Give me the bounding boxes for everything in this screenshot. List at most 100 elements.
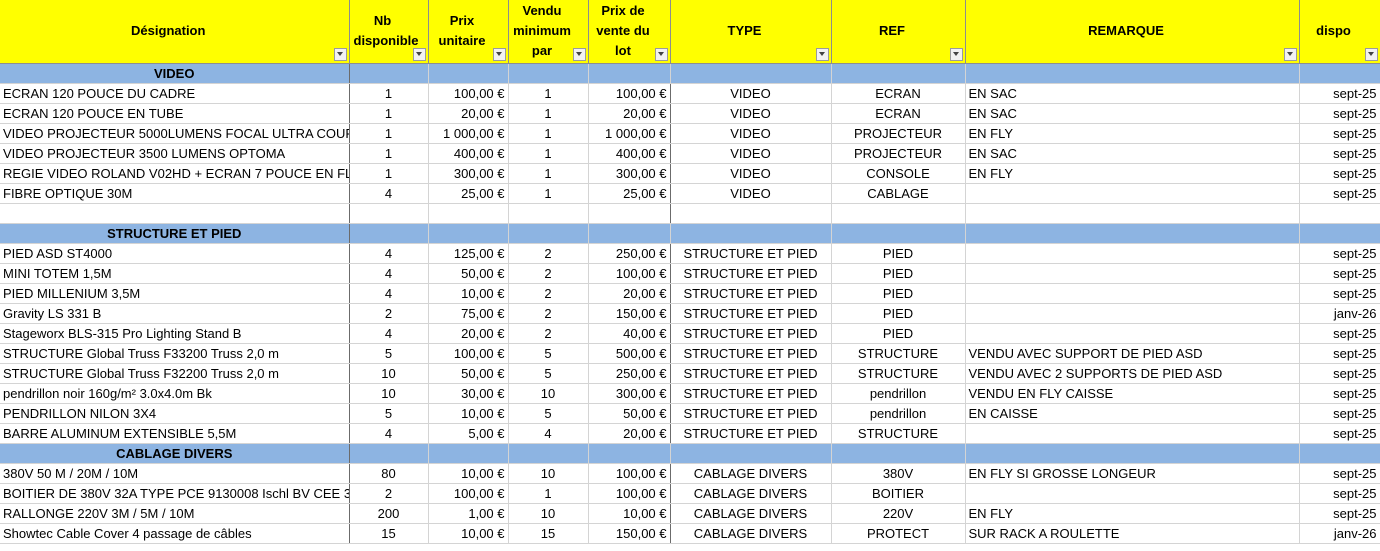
cell-prix-vente-lot[interactable]: 300,00 € [588, 383, 671, 404]
section-title[interactable]: STRUCTURE ET PIED [0, 223, 350, 244]
cell-vendu-minimum[interactable]: 1 [508, 183, 589, 204]
filter-dropdown-icon[interactable] [1283, 47, 1297, 61]
cell-prix-unitaire[interactable]: 50,00 € [428, 363, 509, 384]
cell-type[interactable]: STRUCTURE ET PIED [670, 243, 832, 264]
cell-prix-vente-lot[interactable]: 100,00 € [588, 463, 671, 484]
section-cell[interactable] [1299, 63, 1380, 84]
cell-nb-disponible[interactable]: 80 [349, 463, 429, 484]
cell-dispo[interactable]: sept-25 [1299, 323, 1380, 344]
cell-ref[interactable]: PROJECTEUR [831, 123, 966, 144]
cell-type[interactable]: VIDEO [670, 103, 832, 124]
cell-nb-disponible[interactable]: 1 [349, 163, 429, 184]
filter-dropdown-icon[interactable] [492, 47, 506, 61]
section-cell[interactable] [588, 223, 671, 244]
cell-ref[interactable]: PIED [831, 323, 966, 344]
cell-designation[interactable]: PIED ASD ST4000 [0, 243, 350, 264]
cell-vendu-minimum[interactable]: 1 [508, 103, 589, 124]
cell-remarque[interactable]: VENDU AVEC 2 SUPPORTS DE PIED ASD [965, 363, 1300, 384]
cell-designation[interactable]: PENDRILLON NILON 3X4 [0, 403, 350, 424]
section-cell[interactable] [831, 63, 966, 84]
filter-dropdown-icon[interactable] [572, 47, 586, 61]
cell-type[interactable]: CABLAGE DIVERS [670, 483, 832, 504]
cell-prix-unitaire[interactable]: 5,00 € [428, 423, 509, 444]
cell-type[interactable]: CABLAGE DIVERS [670, 523, 832, 544]
cell-nb-disponible[interactable]: 2 [349, 303, 429, 324]
cell-ref[interactable]: STRUCTURE [831, 343, 966, 364]
cell-dispo[interactable]: sept-25 [1299, 423, 1380, 444]
cell-designation[interactable]: ECRAN 120 POUCE DU CADRE [0, 83, 350, 104]
cell-type[interactable] [670, 203, 832, 224]
cell-ref[interactable]: PIED [831, 263, 966, 284]
cell-designation[interactable]: STRUCTURE Global Truss F32200 Truss 2,0 … [0, 363, 350, 384]
cell-nb-disponible[interactable]: 4 [349, 263, 429, 284]
cell-prix-unitaire[interactable] [428, 203, 509, 224]
cell-designation[interactable]: RALLONGE 220V 3M / 5M / 10M [0, 503, 350, 524]
section-cell[interactable] [965, 63, 1300, 84]
cell-remarque[interactable]: EN FLY [965, 163, 1300, 184]
cell-designation[interactable]: Stageworx BLS-315 Pro Lighting Stand B [0, 323, 350, 344]
cell-dispo[interactable]: sept-25 [1299, 343, 1380, 364]
cell-prix-vente-lot[interactable]: 150,00 € [588, 303, 671, 324]
cell-type[interactable]: VIDEO [670, 123, 832, 144]
cell-designation[interactable]: PIED MILLENIUM 3,5M [0, 283, 350, 304]
cell-type[interactable]: STRUCTURE ET PIED [670, 423, 832, 444]
cell-nb-disponible[interactable]: 1 [349, 103, 429, 124]
cell-nb-disponible[interactable]: 4 [349, 183, 429, 204]
cell-vendu-minimum[interactable]: 15 [508, 523, 589, 544]
cell-prix-vente-lot[interactable]: 50,00 € [588, 403, 671, 424]
section-cell[interactable] [508, 443, 589, 464]
filter-dropdown-icon[interactable] [1364, 47, 1378, 61]
cell-ref[interactable]: BOITIER [831, 483, 966, 504]
cell-prix-unitaire[interactable]: 100,00 € [428, 343, 509, 364]
cell-nb-disponible[interactable]: 15 [349, 523, 429, 544]
cell-vendu-minimum[interactable]: 1 [508, 143, 589, 164]
cell-prix-unitaire[interactable]: 125,00 € [428, 243, 509, 264]
cell-prix-vente-lot[interactable]: 100,00 € [588, 483, 671, 504]
cell-vendu-minimum[interactable]: 2 [508, 303, 589, 324]
section-cell[interactable] [965, 223, 1300, 244]
cell-prix-unitaire[interactable]: 1 000,00 € [428, 123, 509, 144]
section-cell[interactable] [508, 63, 589, 84]
cell-dispo[interactable]: sept-25 [1299, 163, 1380, 184]
cell-prix-unitaire[interactable]: 30,00 € [428, 383, 509, 404]
cell-prix-vente-lot[interactable]: 400,00 € [588, 143, 671, 164]
cell-type[interactable]: STRUCTURE ET PIED [670, 383, 832, 404]
cell-vendu-minimum[interactable]: 2 [508, 323, 589, 344]
cell-remarque[interactable] [965, 203, 1300, 224]
cell-ref[interactable]: PIED [831, 243, 966, 264]
cell-remarque[interactable] [965, 303, 1300, 324]
cell-prix-vente-lot[interactable]: 250,00 € [588, 243, 671, 264]
cell-dispo[interactable]: sept-25 [1299, 243, 1380, 264]
cell-type[interactable]: STRUCTURE ET PIED [670, 363, 832, 384]
cell-prix-vente-lot[interactable]: 100,00 € [588, 83, 671, 104]
cell-prix-vente-lot[interactable]: 20,00 € [588, 283, 671, 304]
section-cell[interactable] [670, 223, 832, 244]
cell-remarque[interactable] [965, 283, 1300, 304]
section-cell[interactable] [588, 443, 671, 464]
cell-prix-vente-lot[interactable]: 10,00 € [588, 503, 671, 524]
cell-prix-unitaire[interactable]: 400,00 € [428, 143, 509, 164]
cell-remarque[interactable]: EN SAC [965, 103, 1300, 124]
cell-dispo[interactable]: sept-25 [1299, 463, 1380, 484]
section-cell[interactable] [1299, 443, 1380, 464]
cell-ref[interactable]: 220V [831, 503, 966, 524]
cell-prix-unitaire[interactable]: 300,00 € [428, 163, 509, 184]
cell-designation[interactable]: 380V 50 M / 20M / 10M [0, 463, 350, 484]
cell-designation[interactable]: REGIE VIDEO ROLAND V02HD + ECRAN 7 POUCE… [0, 163, 350, 184]
cell-type[interactable]: STRUCTURE ET PIED [670, 283, 832, 304]
cell-remarque[interactable]: VENDU AVEC SUPPORT DE PIED ASD [965, 343, 1300, 364]
cell-vendu-minimum[interactable] [508, 203, 589, 224]
cell-designation[interactable]: VIDEO PROJECTEUR 5000LUMENS FOCAL ULTRA … [0, 123, 350, 144]
cell-vendu-minimum[interactable]: 1 [508, 123, 589, 144]
cell-nb-disponible[interactable]: 1 [349, 143, 429, 164]
cell-dispo[interactable]: sept-25 [1299, 123, 1380, 144]
cell-nb-disponible[interactable]: 4 [349, 283, 429, 304]
cell-designation[interactable]: ECRAN 120 POUCE EN TUBE [0, 103, 350, 124]
cell-designation[interactable]: pendrillon noir 160g/m² 3.0x4.0m Bk [0, 383, 350, 404]
cell-ref[interactable]: 380V [831, 463, 966, 484]
cell-ref[interactable]: STRUCTURE [831, 363, 966, 384]
cell-vendu-minimum[interactable]: 2 [508, 243, 589, 264]
cell-dispo[interactable]: sept-25 [1299, 503, 1380, 524]
cell-remarque[interactable]: EN FLY [965, 503, 1300, 524]
section-title[interactable]: CABLAGE DIVERS [0, 443, 350, 464]
